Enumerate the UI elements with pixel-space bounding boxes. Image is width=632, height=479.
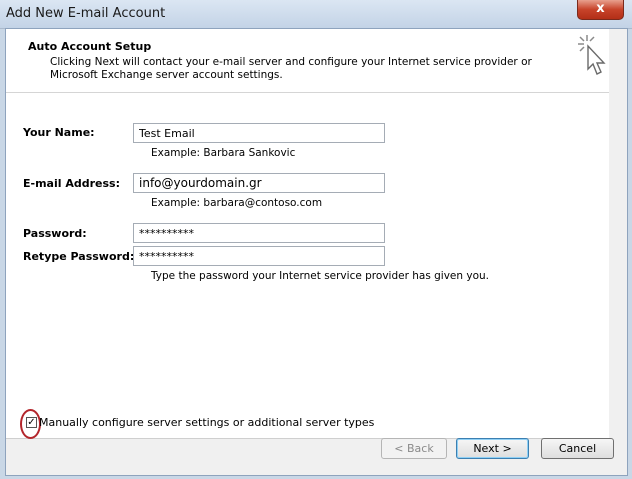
back-button[interactable]: < Back [381, 438, 447, 459]
account-form: Your Name: Example: Barbara Sankovic E-m… [6, 93, 609, 439]
cancel-button[interactable]: Cancel [541, 438, 614, 459]
title-bar: Add New E-mail Account x [0, 0, 632, 29]
wizard-header: Auto Account Setup Clicking Next will co… [6, 29, 609, 93]
your-name-label: Your Name: [23, 126, 95, 139]
email-address-label: E-mail Address: [23, 177, 120, 190]
name-example-text: Example: Barbara Sankovic [151, 147, 296, 159]
email-example-text: Example: barbara@contoso.com [151, 197, 323, 209]
password-hint-text: Type the password your Internet service … [151, 270, 489, 282]
close-button[interactable]: x [577, 0, 624, 20]
email-address-input[interactable] [133, 173, 385, 193]
manual-config-label[interactable]: Manually configure server settings or ad… [39, 416, 374, 429]
password-input[interactable] [133, 223, 385, 243]
dialog-client-area: Auto Account Setup Clicking Next will co… [5, 28, 628, 476]
next-button[interactable]: Next > [456, 438, 529, 459]
manual-config-checkbox[interactable]: ✓ [26, 417, 37, 428]
window-title: Add New E-mail Account [6, 6, 166, 21]
your-name-input[interactable] [133, 123, 385, 143]
header-title: Auto Account Setup [28, 40, 152, 53]
retype-password-label: Retype Password: [23, 250, 135, 263]
header-description: Clicking Next will contact your e-mail s… [50, 56, 532, 81]
retype-password-input[interactable] [133, 246, 385, 266]
cursor-click-sparkle-icon [578, 35, 606, 75]
password-label: Password: [23, 227, 87, 240]
